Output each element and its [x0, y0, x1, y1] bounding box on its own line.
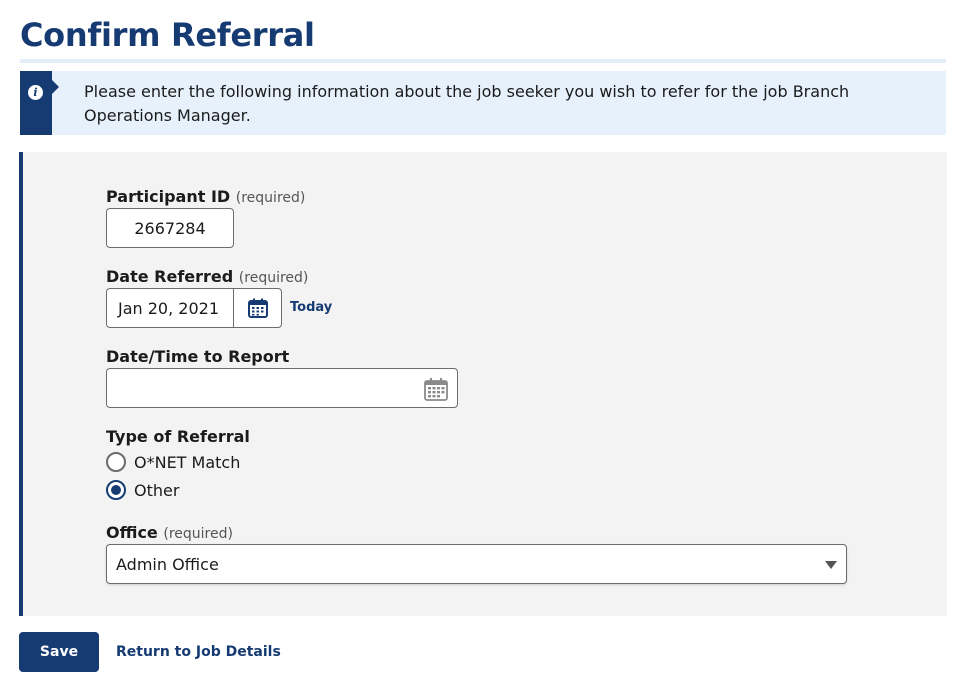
required-note: (required): [238, 270, 309, 286]
participant-id-label: Participant ID (required): [106, 187, 305, 206]
alert-notch: [52, 80, 59, 94]
office-label: Office (required): [106, 523, 233, 542]
office-selected-value: Admin Office: [116, 555, 219, 574]
radio-other[interactable]: Other: [106, 480, 179, 500]
today-link[interactable]: Today: [290, 300, 332, 315]
participant-id-value: 2667284: [134, 218, 206, 238]
info-alert: i Please enter the following information…: [20, 71, 946, 135]
radio-button[interactable]: [106, 452, 126, 472]
date-time-to-report-input[interactable]: [106, 368, 458, 408]
radio-label: O*NET Match: [134, 452, 241, 472]
date-referred-label: Date Referred (required): [106, 267, 308, 286]
alert-message: Please enter the following information a…: [84, 82, 850, 125]
calendar-icon: [247, 298, 268, 318]
participant-id-label-text: Participant ID: [106, 187, 231, 206]
radio-button-selected[interactable]: [106, 480, 126, 500]
type-of-referral-label: Type of Referral: [106, 427, 250, 446]
chevron-down-icon[interactable]: [825, 561, 837, 569]
date-time-to-report-label: Date/Time to Report: [106, 347, 289, 366]
office-select[interactable]: Admin Office: [106, 544, 847, 584]
date-referred-value: Jan 20, 2021: [118, 298, 219, 318]
return-to-job-details-link[interactable]: Return to Job Details: [116, 644, 281, 660]
save-button[interactable]: Save: [19, 632, 99, 672]
participant-id-input[interactable]: 2667284: [106, 208, 234, 248]
alert-stripe: i: [20, 71, 52, 135]
date-referred-label-text: Date Referred: [106, 267, 234, 286]
calendar-icon[interactable]: [424, 377, 448, 401]
radio-onet-match[interactable]: O*NET Match: [106, 452, 240, 472]
required-note: (required): [235, 190, 306, 206]
required-note: (required): [163, 526, 233, 542]
radio-label: Other: [134, 480, 180, 500]
page-title: Confirm Referral: [20, 16, 315, 54]
date-referred-calendar-button[interactable]: [233, 288, 282, 328]
info-icon: i: [28, 85, 43, 100]
date-referred-input[interactable]: Jan 20, 2021: [106, 288, 234, 328]
office-label-text: Office: [106, 523, 158, 542]
type-of-referral-label-text: Type of Referral: [106, 427, 250, 446]
date-time-to-report-label-text: Date/Time to Report: [106, 347, 290, 366]
title-divider: [20, 59, 946, 63]
